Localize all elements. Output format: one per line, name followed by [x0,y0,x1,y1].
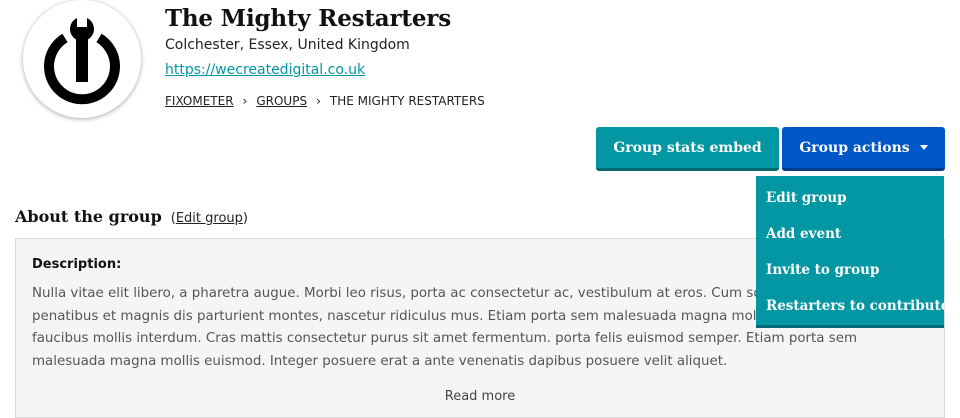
breadcrumb-separator: › [316,94,321,108]
edit-group-link[interactable]: Edit group [176,211,243,226]
group-actions-menu: Edit group Add event Invite to group Res… [756,176,949,328]
menu-item-restarters-to-contribute[interactable]: Restarters to contribute [756,290,949,326]
group-website-link[interactable]: https://wecreatedigital.co.uk [165,62,365,78]
menu-item-edit-group[interactable]: Edit group [756,182,944,218]
caret-down-icon [919,145,928,150]
description-label: Description: [32,257,122,272]
edit-group-link-wrapper: (Edit group) [170,211,248,226]
power-wrench-icon [44,14,120,105]
group-location: Colchester, Essex, United Kingdom [165,37,410,53]
breadcrumb-fixometer[interactable]: FIXOMETER [165,94,234,108]
group-actions-label: Group actions [799,139,910,156]
group-title: The Mighty Restarters [165,5,451,32]
group-actions-button[interactable]: Group actions [782,127,945,171]
about-heading: About the group [15,207,162,226]
breadcrumb: FIXOMETER › GROUPS › THE MIGHTY RESTARTE… [165,94,485,108]
group-stats-embed-button[interactable]: Group stats embed [596,127,779,171]
menu-item-add-event[interactable]: Add event [756,218,944,254]
read-more-link[interactable]: Read more [16,389,944,404]
menu-item-invite-to-group[interactable]: Invite to group [756,254,944,290]
group-stats-embed-label: Group stats embed [613,139,762,156]
group-logo [23,0,141,118]
breadcrumb-separator: › [242,94,248,108]
about-header: About the group (Edit group) [15,207,248,226]
breadcrumb-current: THE MIGHTY RESTARTERS [329,94,485,108]
breadcrumb-groups[interactable]: GROUPS [256,94,307,108]
